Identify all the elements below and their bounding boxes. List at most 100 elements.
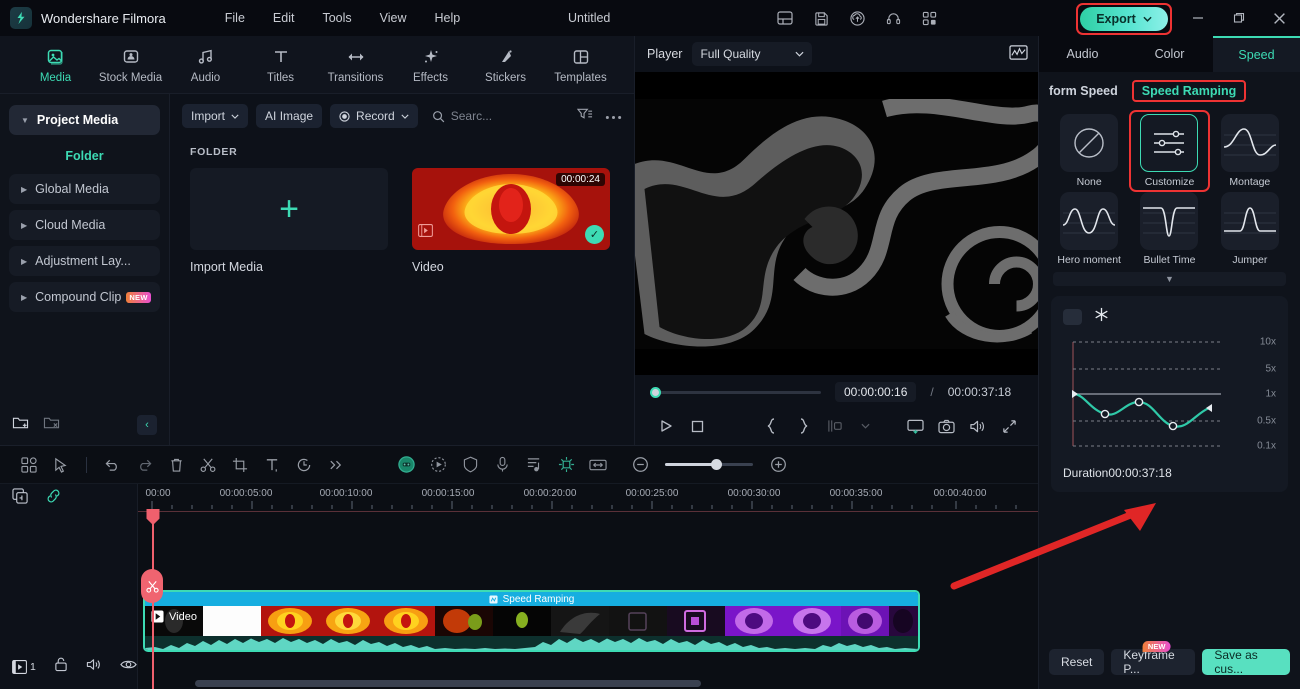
delete-icon[interactable] bbox=[161, 452, 191, 478]
tab-audio[interactable]: Audio bbox=[168, 46, 243, 84]
video-media-tile[interactable]: 00:00:24 ✓ Video bbox=[412, 168, 610, 274]
tab-stock-media[interactable]: Stock Media bbox=[93, 46, 168, 84]
headset-icon[interactable] bbox=[880, 5, 906, 31]
fit-icon[interactable] bbox=[583, 452, 613, 478]
minimize-button[interactable] bbox=[1177, 0, 1218, 36]
mute-icon[interactable] bbox=[86, 657, 102, 677]
more-icon[interactable] bbox=[321, 452, 351, 478]
voiceover-icon[interactable] bbox=[487, 452, 517, 478]
add-track-icon[interactable] bbox=[12, 487, 29, 509]
export-button[interactable]: Export bbox=[1080, 7, 1168, 31]
menu-file[interactable]: File bbox=[211, 7, 259, 29]
beat-detect-icon[interactable] bbox=[519, 452, 549, 478]
grid-icon[interactable] bbox=[14, 452, 44, 478]
preset-bullet-time[interactable]: Bullet Time bbox=[1133, 192, 1205, 266]
layout-icon[interactable] bbox=[772, 5, 798, 31]
menu-tools[interactable]: Tools bbox=[308, 7, 365, 29]
show-more-presets-button[interactable]: ▼ bbox=[1053, 272, 1286, 287]
delete-folder-icon[interactable] bbox=[43, 415, 60, 435]
more-options-icon[interactable] bbox=[605, 107, 622, 125]
freeze-frame-icon[interactable] bbox=[1094, 307, 1109, 327]
mask-icon[interactable] bbox=[455, 452, 485, 478]
video-thumbnail[interactable]: 00:00:24 ✓ bbox=[412, 168, 610, 250]
preset-hero-moment[interactable]: Hero moment bbox=[1053, 192, 1125, 266]
collapse-sidebar-icon[interactable]: ‹ bbox=[137, 415, 157, 435]
preset-jumper[interactable]: Jumper bbox=[1214, 192, 1286, 266]
lock-icon[interactable] bbox=[54, 657, 68, 677]
speed-icon[interactable] bbox=[289, 452, 319, 478]
ai-image-button[interactable]: AI Image bbox=[256, 104, 323, 128]
split-marker-dropdown[interactable] bbox=[851, 413, 880, 439]
mark-out-button[interactable] bbox=[788, 413, 817, 439]
split-marker-button[interactable] bbox=[141, 569, 163, 603]
import-media-dropzone[interactable]: + bbox=[190, 168, 388, 250]
new-folder-icon[interactable] bbox=[12, 415, 29, 435]
tab-color-properties[interactable]: Color bbox=[1126, 36, 1213, 72]
sidebar-item-cloud-media[interactable]: ▶ Cloud Media bbox=[9, 210, 160, 240]
tab-effects[interactable]: Effects bbox=[393, 46, 468, 84]
redo-icon[interactable] bbox=[129, 452, 159, 478]
import-media-tile[interactable]: + Import Media bbox=[190, 168, 388, 274]
speed-curve-graph[interactable]: 10x 5x 1x 0.5x 0.1x bbox=[1063, 334, 1276, 454]
speed-ramping-subtab[interactable]: Speed Ramping bbox=[1131, 80, 1247, 102]
filter-icon[interactable] bbox=[576, 107, 593, 126]
tab-stickers[interactable]: Stickers bbox=[468, 46, 543, 84]
color-match-icon[interactable] bbox=[391, 452, 421, 478]
crop-icon[interactable] bbox=[225, 452, 255, 478]
volume-button[interactable] bbox=[963, 413, 992, 439]
record-button[interactable]: Record bbox=[330, 104, 418, 128]
video-preview[interactable] bbox=[635, 72, 1040, 375]
quality-select[interactable]: Full Quality bbox=[692, 42, 813, 66]
maximize-button[interactable] bbox=[1218, 0, 1259, 36]
screen-record-button[interactable] bbox=[900, 413, 929, 439]
tab-templates[interactable]: Templates bbox=[543, 46, 618, 84]
tab-titles[interactable]: Titles bbox=[243, 46, 318, 84]
cursor-icon[interactable] bbox=[46, 452, 76, 478]
menu-edit[interactable]: Edit bbox=[259, 7, 309, 29]
tab-speed-properties[interactable]: Speed bbox=[1213, 36, 1300, 72]
preset-montage[interactable]: Montage bbox=[1214, 114, 1286, 188]
sidebar-item-global-media[interactable]: ▶ Global Media bbox=[9, 174, 160, 204]
stop-button[interactable] bbox=[682, 413, 711, 439]
play-button[interactable] bbox=[651, 413, 680, 439]
uniform-speed-subtab[interactable]: form Speed bbox=[1049, 84, 1118, 98]
timeline-zoom-slider[interactable] bbox=[665, 459, 753, 470]
tab-audio-properties[interactable]: Audio bbox=[1039, 36, 1126, 72]
green-screen-icon[interactable] bbox=[551, 452, 581, 478]
zoom-slider-handle[interactable] bbox=[710, 459, 722, 470]
text-icon[interactable] bbox=[257, 452, 287, 478]
sidebar-item-project-media[interactable]: ▼ Project Media bbox=[9, 105, 160, 135]
keyframe-preset-button[interactable]: NEW Keyframe P... bbox=[1111, 641, 1196, 676]
save-as-custom-button[interactable]: Save as cus... bbox=[1202, 648, 1290, 676]
apps-grid-icon[interactable] bbox=[916, 5, 942, 31]
hide-icon[interactable] bbox=[120, 658, 137, 676]
fullscreen-button[interactable] bbox=[995, 413, 1024, 439]
undo-icon[interactable] bbox=[97, 452, 127, 478]
preset-none[interactable]: None bbox=[1053, 114, 1125, 188]
close-button[interactable] bbox=[1259, 0, 1300, 36]
preset-customize[interactable]: Customize bbox=[1129, 109, 1210, 193]
split-icon[interactable] bbox=[193, 452, 223, 478]
playhead-handle[interactable] bbox=[146, 509, 160, 525]
reset-button[interactable]: Reset bbox=[1049, 649, 1105, 675]
link-icon[interactable] bbox=[45, 488, 62, 509]
import-button[interactable]: Import bbox=[182, 104, 249, 128]
scrub-bar[interactable] bbox=[650, 386, 821, 398]
sidebar-item-adjustment-layer[interactable]: ▶ Adjustment Lay... bbox=[9, 246, 160, 276]
menu-help[interactable]: Help bbox=[421, 7, 475, 29]
sidebar-item-compound-clip[interactable]: ▶ Compound Clip NEW bbox=[9, 282, 160, 312]
add-keyframe-icon[interactable] bbox=[1063, 309, 1082, 326]
save-icon[interactable] bbox=[808, 5, 834, 31]
zoom-in-icon[interactable] bbox=[763, 452, 793, 478]
split-marker-button[interactable] bbox=[820, 413, 849, 439]
scrollbar-thumb[interactable] bbox=[195, 680, 701, 687]
zoom-out-icon[interactable] bbox=[625, 452, 655, 478]
camera-snapshot-button[interactable] bbox=[932, 413, 961, 439]
motion-tracking-icon[interactable] bbox=[423, 452, 453, 478]
mark-in-button[interactable] bbox=[757, 413, 786, 439]
search-box[interactable]: Searc... bbox=[432, 109, 492, 123]
cloud-upload-icon[interactable] bbox=[844, 5, 870, 31]
tab-media[interactable]: Media bbox=[18, 46, 93, 84]
waveform-scope-icon[interactable] bbox=[1009, 44, 1028, 64]
timeline-clip[interactable]: Speed Ramping Video bbox=[143, 590, 920, 652]
